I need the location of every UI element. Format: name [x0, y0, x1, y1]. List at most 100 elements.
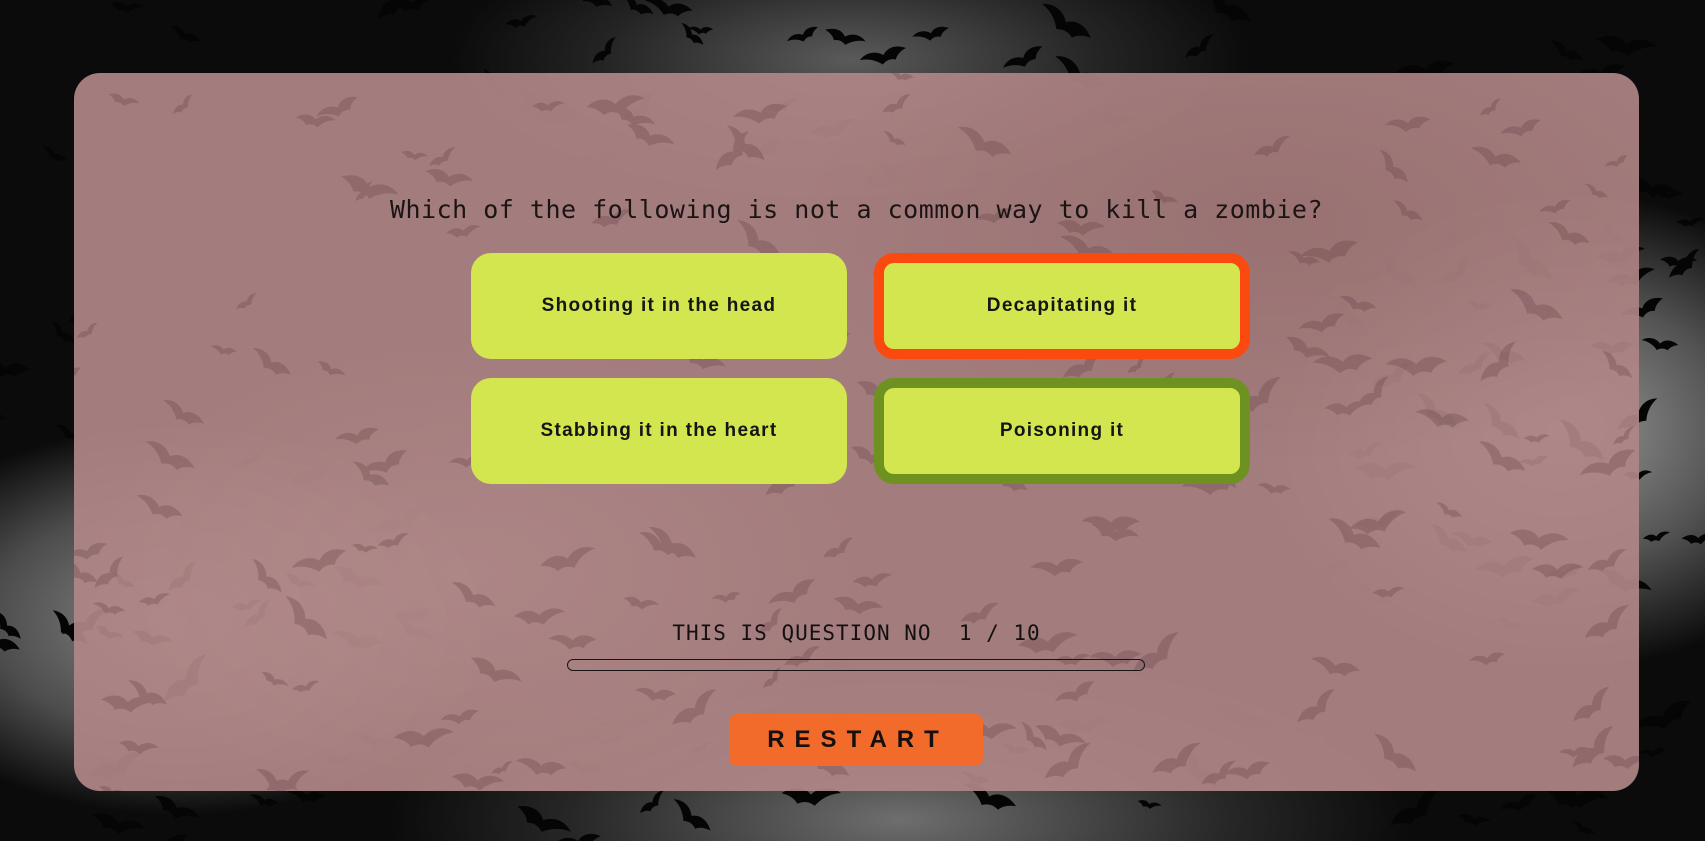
bird-silhouette	[1601, 748, 1639, 775]
bird-silhouette	[911, 19, 951, 48]
bird-silhouette	[133, 493, 186, 523]
bird-silhouette	[1384, 108, 1433, 139]
bird-silhouette	[621, 590, 660, 616]
bird-silhouette	[858, 37, 909, 74]
bird-silhouette	[1472, 439, 1531, 478]
bird-silhouette	[1029, 549, 1085, 584]
bird-silhouette	[564, 0, 616, 12]
bird-silhouette	[1034, 1, 1097, 45]
bird-silhouette	[290, 538, 350, 584]
bird-silhouette	[89, 803, 146, 841]
bird-silhouette	[1309, 656, 1361, 677]
bird-silhouette	[1499, 111, 1544, 146]
bird-silhouette	[92, 602, 126, 615]
answer-option-3[interactable]: Stabbing it in the heart	[471, 378, 847, 484]
bird-silhouette	[531, 98, 565, 114]
bird-silhouette	[0, 609, 27, 643]
bird-silhouette	[315, 355, 347, 384]
bird-silhouette	[393, 723, 455, 752]
bird-silhouette	[1456, 808, 1492, 832]
bird-silhouette	[140, 439, 199, 475]
bird-silhouette	[1641, 336, 1679, 352]
bird-silhouette	[106, 87, 141, 113]
bird-silhouette	[1291, 687, 1343, 728]
bird-silhouette	[880, 130, 908, 149]
bird-silhouette	[616, 0, 657, 19]
bird-silhouette	[74, 321, 102, 342]
bird-silhouette	[1544, 220, 1593, 249]
bird-silhouette	[259, 666, 290, 694]
bird-silhouette	[248, 794, 280, 808]
bird-silhouette	[1603, 150, 1630, 174]
bird-silhouette	[243, 557, 289, 597]
bird-silhouette	[0, 403, 6, 427]
bird-silhouette	[99, 686, 156, 720]
bird-silhouette	[586, 92, 646, 118]
bird-silhouette	[350, 539, 379, 557]
bird-silhouette	[0, 357, 11, 404]
bird-silhouette	[167, 24, 203, 46]
answer-option-1[interactable]: Shooting it in the head	[471, 253, 847, 359]
progress-bar	[567, 659, 1145, 671]
bird-silhouette	[634, 684, 677, 704]
bird-silhouette	[1371, 148, 1415, 187]
bird-silhouette	[1297, 304, 1348, 343]
bird-silhouette	[74, 534, 110, 569]
bird-silhouette	[39, 145, 69, 165]
bird-silhouette	[1523, 432, 1550, 445]
bird-silhouette	[887, 73, 914, 81]
bird-silhouette	[675, 21, 708, 49]
bird-silhouette	[423, 160, 474, 195]
bird-silhouette	[731, 93, 790, 134]
bird-silhouette	[504, 14, 538, 29]
bird-silhouette	[108, 0, 145, 18]
bird-silhouette	[1147, 740, 1207, 780]
bird-silhouette	[1472, 339, 1526, 387]
bird-silhouette	[1433, 501, 1465, 521]
bird-silhouette	[1569, 820, 1598, 838]
bird-silhouette	[1566, 685, 1618, 727]
bird-silhouette	[642, 524, 702, 565]
bird-silhouette	[1181, 33, 1220, 62]
bird-silhouette	[138, 592, 171, 607]
bird-silhouette	[822, 20, 867, 54]
bird-silhouette	[1364, 731, 1423, 778]
bird-silhouette	[97, 780, 127, 791]
bird-silhouette	[666, 797, 717, 836]
bird-silhouette	[1584, 547, 1631, 576]
bird-silhouette	[334, 419, 381, 453]
bird-silhouette	[1383, 785, 1450, 833]
bird-silhouette	[879, 92, 915, 117]
card-bird-pattern	[74, 73, 1639, 791]
bird-silhouette	[1338, 295, 1378, 313]
bird-silhouette	[466, 647, 524, 697]
bird-silhouette	[1578, 438, 1639, 492]
restart-button[interactable]: RESTART	[729, 714, 983, 766]
question-counter: THIS IS QUESTION NO 1 / 10	[672, 621, 1041, 645]
bird-silhouette	[1251, 134, 1294, 161]
answer-option-4[interactable]: Poisoning it	[874, 378, 1250, 484]
bird-silhouette	[1609, 425, 1639, 448]
bird-silhouette	[1299, 229, 1362, 274]
bird-silhouette	[831, 587, 884, 623]
bird-silhouette	[767, 569, 820, 618]
bird-silhouette	[852, 572, 892, 588]
bird-silhouette	[447, 580, 499, 612]
bird-silhouette	[399, 146, 429, 165]
bird-silhouette	[711, 586, 743, 608]
bird-silhouette	[515, 755, 567, 778]
bird-silhouette	[376, 532, 411, 550]
bird-silhouette	[0, 357, 31, 380]
bird-silhouette	[1632, 688, 1697, 746]
bird-silhouette	[1531, 556, 1584, 584]
bird-silhouette	[1477, 97, 1505, 119]
bird-silhouette	[820, 536, 858, 562]
bird-silhouette	[1499, 786, 1540, 821]
bird-silhouette	[74, 362, 84, 386]
answer-option-2[interactable]: Decapitating it	[874, 253, 1250, 359]
bird-silhouette	[1136, 795, 1162, 814]
bird-silhouette	[1507, 519, 1570, 559]
bird-silhouette	[1676, 215, 1705, 229]
bird-silhouette	[635, 789, 670, 817]
bird-silhouette	[1681, 530, 1705, 547]
